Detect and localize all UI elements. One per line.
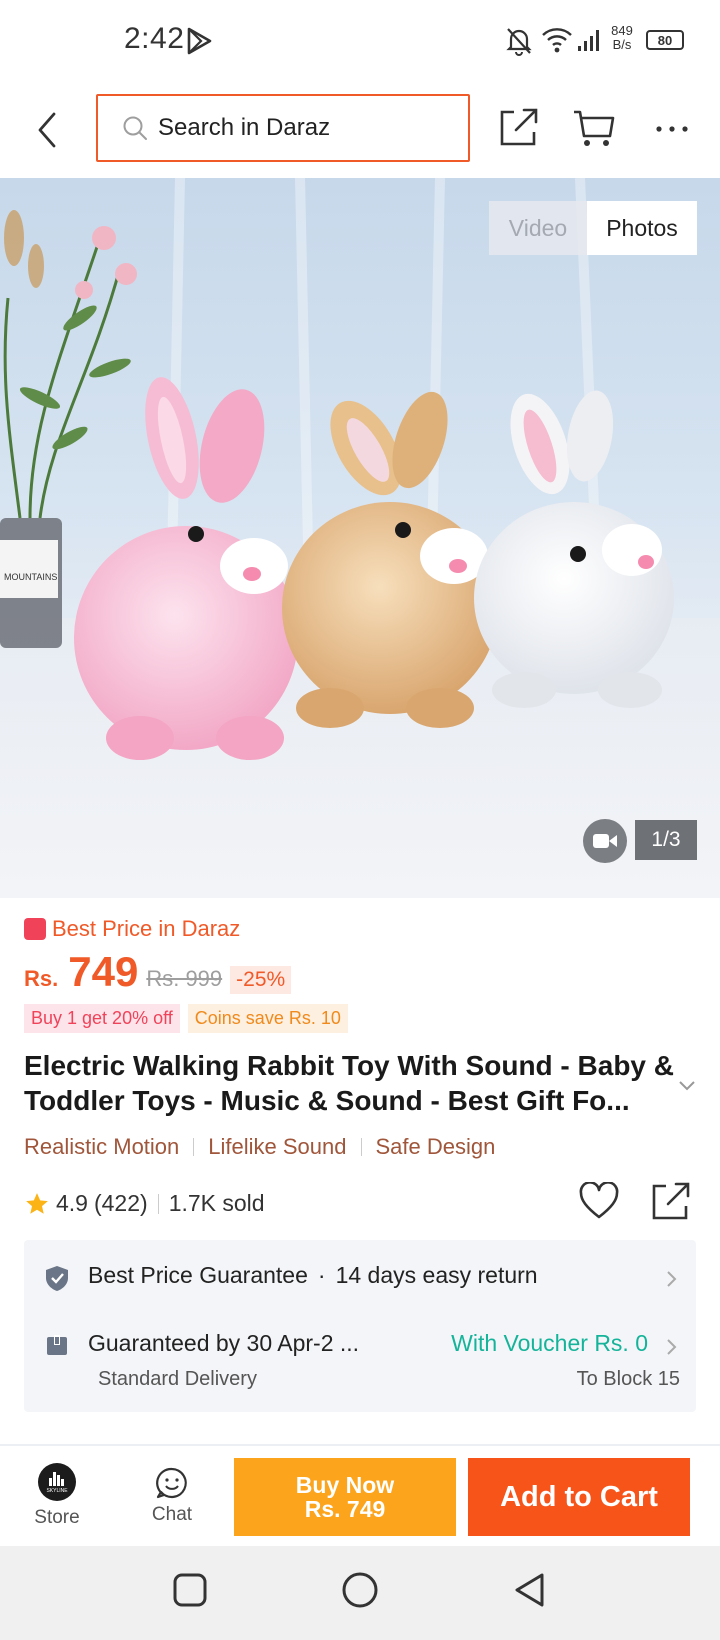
add-to-cart-button[interactable]: Add to Cart xyxy=(468,1458,690,1536)
play-store-icon xyxy=(187,27,212,55)
rating-row[interactable]: 4.9 (422) 1.7K sold xyxy=(24,1190,265,1217)
store-logo-text: SKYLINE xyxy=(46,1488,68,1494)
top-bar: Search in Daraz xyxy=(0,80,720,178)
mute-notification-icon xyxy=(506,28,532,56)
share-icon[interactable] xyxy=(650,1180,692,1222)
sold-count: 1.7K sold xyxy=(168,1190,265,1216)
feature-tags: Realistic Motion Lifelike Sound Safe Des… xyxy=(24,1134,495,1160)
net-speed-value: 849 xyxy=(611,23,633,38)
delivery-type: Standard Delivery xyxy=(98,1368,257,1390)
guarantee-row[interactable]: Best Price Guarantee · 14 days easy retu… xyxy=(88,1262,538,1289)
product-title: Electric Walking Rabbit Toy With Sound -… xyxy=(24,1050,675,1116)
tab-photos[interactable]: Photos xyxy=(587,201,697,255)
video-camera-icon xyxy=(593,834,617,848)
white-rabbit xyxy=(474,390,674,708)
signal-icon xyxy=(578,30,599,51)
net-speed-unit: B/s xyxy=(612,37,632,52)
feature-tag: Safe Design xyxy=(375,1134,496,1159)
cart-icon[interactable] xyxy=(572,106,616,150)
shield-check-icon xyxy=(46,1266,68,1291)
tab-video[interactable]: Video xyxy=(489,201,587,255)
search-placeholder: Search in Daraz xyxy=(158,114,331,141)
search-input[interactable]: Search in Daraz xyxy=(96,94,470,162)
net-speed: 849 B/s xyxy=(608,24,636,52)
price-amount: 749 xyxy=(68,948,139,995)
product-image-gallery[interactable]: MOUNTAINS Video Photos 1/3 xyxy=(0,178,720,898)
play-video-button[interactable] xyxy=(583,819,627,863)
wishlist-heart-icon[interactable] xyxy=(578,1182,620,1220)
promo-tag[interactable]: Buy 1 get 20% off xyxy=(24,1004,180,1033)
guarantee-label: Best Price Guarantee xyxy=(88,1262,308,1288)
services-panel: Best Price Guarantee · 14 days easy retu… xyxy=(24,1240,696,1412)
best-price-badge: Best Price in Daraz xyxy=(24,916,240,942)
tan-rabbit xyxy=(282,391,498,728)
separator-dot: · xyxy=(317,1262,326,1288)
image-counter: 1/3 xyxy=(635,820,697,860)
chevron-right-icon[interactable] xyxy=(666,1270,678,1288)
return-policy-label: 14 days easy return xyxy=(335,1262,538,1288)
chevron-right-icon[interactable] xyxy=(666,1338,678,1356)
chat-label: Chat xyxy=(151,1504,193,1525)
status-bar: 2:42 849 B/s 80 xyxy=(0,0,720,80)
review-count: (422) xyxy=(93,1190,148,1216)
recent-apps-icon[interactable] xyxy=(172,1572,208,1608)
best-price-icon xyxy=(24,918,46,940)
bottom-action-bar: SKYLINE Store Chat Buy Now Rs. 749 Add t… xyxy=(0,1446,720,1546)
back-nav-icon[interactable] xyxy=(512,1572,548,1610)
status-time: 2:42 xyxy=(124,22,185,55)
discount-badge: -25% xyxy=(230,966,292,994)
search-icon xyxy=(123,116,147,140)
buy-now-button[interactable]: Buy Now Rs. 749 xyxy=(234,1458,456,1536)
store-label: Store xyxy=(34,1507,80,1528)
buy-now-label: Buy Now xyxy=(295,1472,395,1498)
back-arrow-icon[interactable] xyxy=(34,110,60,150)
original-price: Rs. 999 xyxy=(146,966,223,991)
rating-value: 4.9 xyxy=(56,1190,88,1216)
promo-tags: Buy 1 get 20% off Coins save Rs. 10 xyxy=(24,1004,348,1033)
best-price-label: Best Price in Daraz xyxy=(52,916,241,941)
promo-tag[interactable]: Coins save Rs. 10 xyxy=(187,1004,348,1033)
home-icon[interactable] xyxy=(340,1572,380,1612)
buy-now-price: Rs. 749 xyxy=(304,1496,386,1522)
product-photo: MOUNTAINS xyxy=(0,178,720,898)
delivery-box-icon xyxy=(47,1335,67,1355)
chat-button[interactable]: Chat xyxy=(117,1446,227,1546)
system-nav-bar xyxy=(0,1546,720,1640)
store-logo: SKYLINE xyxy=(38,1463,76,1501)
price-currency: Rs. xyxy=(24,966,59,991)
vase-label: MOUNTAINS xyxy=(4,572,57,582)
price-row: Rs. 749 Rs. 999 -25% xyxy=(24,948,292,996)
delivery-destination: To Block 15 xyxy=(576,1368,680,1390)
chevron-down-icon[interactable] xyxy=(678,1080,696,1092)
store-button[interactable]: SKYLINE Store xyxy=(2,1446,112,1546)
wifi-icon xyxy=(542,28,572,53)
feature-tag: Realistic Motion xyxy=(24,1134,180,1159)
delivery-date[interactable]: Guaranteed by 30 Apr-2 ... xyxy=(88,1330,359,1357)
more-options-icon[interactable] xyxy=(654,124,690,134)
divider xyxy=(360,1138,362,1156)
store-logo-graphic: SKYLINE xyxy=(46,1472,68,1494)
pink-rabbit xyxy=(74,377,298,760)
battery-level: 80 xyxy=(657,32,673,48)
divider xyxy=(193,1138,195,1156)
feature-tag: Lifelike Sound xyxy=(208,1134,347,1159)
media-tabs: Video Photos xyxy=(489,201,697,255)
divider xyxy=(157,1193,159,1214)
star-icon xyxy=(26,1192,48,1214)
chat-icon xyxy=(156,1467,187,1499)
delivery-voucher[interactable]: With Voucher Rs. 0 xyxy=(451,1330,648,1357)
share-icon[interactable] xyxy=(498,106,540,148)
battery-icon: 80 xyxy=(646,30,684,50)
